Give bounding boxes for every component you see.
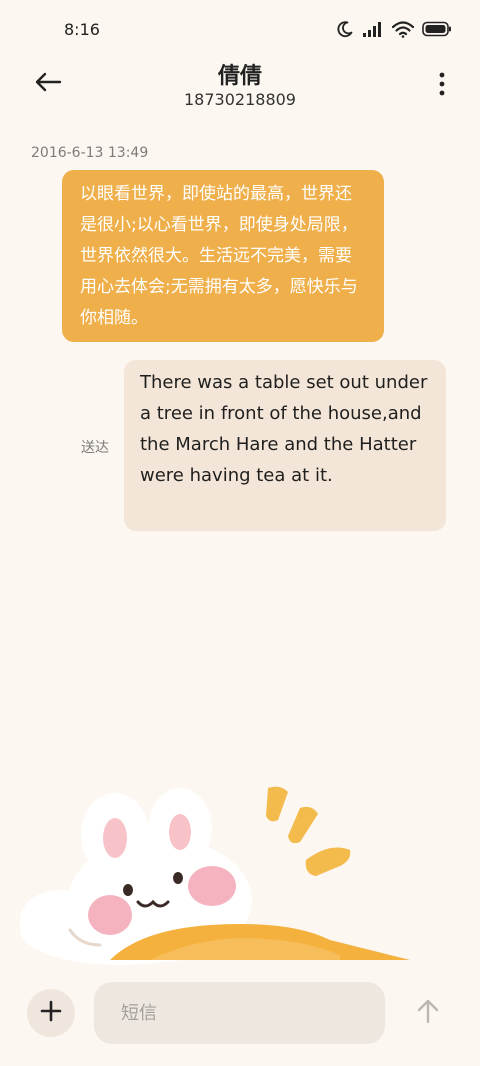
status-icons (336, 20, 452, 38)
battery-icon (422, 21, 452, 37)
message-input-bar (0, 975, 480, 1055)
delivery-status: 送达 (81, 440, 109, 456)
contact-number: 18730218809 (184, 90, 296, 109)
received-message-bubble[interactable]: 以眼看世界，即使站的最高，世界还是很小;以心看世界，即使身处局限，世界依然很大。… (62, 170, 384, 342)
status-time: 8:16 (64, 20, 100, 39)
more-options-button[interactable] (432, 66, 452, 106)
conversation-header: 倩倩 18730218809 (0, 56, 480, 116)
moon-icon (336, 20, 354, 38)
add-attachment-button[interactable] (27, 989, 75, 1037)
message-input[interactable] (94, 982, 385, 1044)
status-bar: 8:16 (0, 0, 480, 62)
bunny-illustration (0, 780, 480, 965)
cellular-signal-icon (362, 21, 384, 37)
sent-message-bubble[interactable]: There was a table set out under a tree i… (124, 360, 446, 531)
wifi-icon (392, 20, 414, 38)
plus-icon (40, 1000, 62, 1026)
message-timestamp: 2016-6-13 13:49 (31, 145, 149, 161)
more-vertical-icon (439, 72, 445, 100)
send-button[interactable] (410, 995, 446, 1031)
send-arrow-up-icon (416, 998, 440, 1028)
contact-name: 倩倩 (217, 64, 262, 89)
